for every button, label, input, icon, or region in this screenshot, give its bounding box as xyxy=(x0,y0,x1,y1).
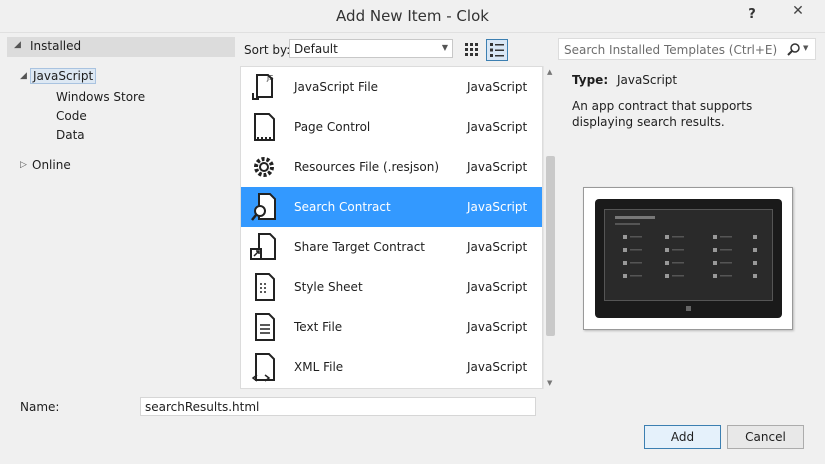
template-name: Resources File (.resjson) xyxy=(294,160,440,174)
template-row-page-control[interactable]: Page Control JavaScript xyxy=(241,107,542,147)
template-details: Type: JavaScript xyxy=(572,73,812,87)
template-list[interactable]: JS JavaScript File JavaScript Page Contr… xyxy=(240,66,543,389)
tablet-preview-icon xyxy=(595,199,782,318)
expand-arrow-icon[interactable]: ▷ xyxy=(20,160,27,170)
template-language: JavaScript xyxy=(467,80,528,94)
title-bar: Add New Item - Clok ? ✕ xyxy=(0,0,825,33)
template-row-text-file[interactable]: Text File JavaScript xyxy=(241,307,542,347)
tree-item-label: JavaScript xyxy=(30,68,97,84)
tree-header-installed[interactable]: ◢ Installed xyxy=(7,37,235,57)
template-row-share-target[interactable]: Share Target Contract JavaScript xyxy=(241,227,542,267)
template-language: JavaScript xyxy=(467,240,528,254)
template-language: JavaScript xyxy=(467,280,528,294)
help-button[interactable]: ? xyxy=(740,4,764,26)
template-name: JavaScript File xyxy=(294,80,379,94)
category-tree: ◢ Installed ◢ JavaScript Windows Store C… xyxy=(7,36,235,391)
svg-text:JS: JS xyxy=(266,74,274,82)
search-contract-icon xyxy=(249,191,279,223)
sort-dropdown[interactable]: Default ▼ xyxy=(289,39,453,58)
list-scrollbar[interactable]: ▲ ▼ xyxy=(543,66,557,389)
template-name: Style Sheet xyxy=(294,280,363,294)
template-language: JavaScript xyxy=(467,160,528,174)
template-name: Page Control xyxy=(294,120,371,134)
template-language: JavaScript xyxy=(467,320,528,334)
template-language: JavaScript xyxy=(467,360,528,374)
tree-header-label: Installed xyxy=(30,39,82,53)
template-language: JavaScript xyxy=(467,120,528,134)
search-icon[interactable] xyxy=(785,41,803,59)
cancel-button[interactable]: Cancel xyxy=(727,425,804,449)
collapse-arrow-icon[interactable]: ◢ xyxy=(14,40,21,50)
search-placeholder: Search Installed Templates (Ctrl+E) xyxy=(564,43,778,57)
list-view-icon[interactable] xyxy=(486,39,508,61)
type-value: JavaScript xyxy=(616,73,678,87)
share-target-icon xyxy=(249,231,279,263)
expand-arrow-icon[interactable]: ◢ xyxy=(20,71,27,81)
window-title: Add New Item - Clok xyxy=(336,7,489,25)
tree-item-label: Windows Store xyxy=(56,90,146,104)
text-file-icon xyxy=(249,311,279,343)
sort-label: Sort by: xyxy=(244,43,291,57)
template-language: JavaScript xyxy=(467,200,528,214)
close-button[interactable]: ✕ xyxy=(774,0,822,22)
add-button[interactable]: Add xyxy=(644,425,721,449)
name-field[interactable]: searchResults.html xyxy=(140,397,536,416)
template-name: Search Contract xyxy=(294,200,391,214)
sort-value: Default xyxy=(294,42,338,56)
template-name: Text File xyxy=(294,320,343,334)
list-toolbar: Sort by: Default ▼ xyxy=(238,36,558,64)
template-description: An app contract that supports displaying… xyxy=(572,99,753,129)
template-row-style-sheet[interactable]: Style Sheet JavaScript xyxy=(241,267,542,307)
preview-screen xyxy=(604,209,773,301)
page-control-icon xyxy=(249,111,279,143)
template-name: Share Target Contract xyxy=(294,240,426,254)
search-input[interactable]: Search Installed Templates (Ctrl+E) ▼ xyxy=(558,38,816,60)
tree-item-label: Code xyxy=(56,109,87,123)
resources-gear-icon xyxy=(249,151,279,183)
tree-item-label: Data xyxy=(56,128,85,142)
scroll-up-icon[interactable]: ▲ xyxy=(547,68,552,76)
chevron-down-icon: ▼ xyxy=(441,43,448,52)
template-row-search-contract[interactable]: Search Contract JavaScript xyxy=(241,187,542,227)
name-label: Name: xyxy=(20,400,60,414)
grid-view-icon[interactable] xyxy=(462,40,482,60)
chevron-down-icon[interactable]: ▼ xyxy=(803,44,808,52)
template-row-javascript-file[interactable]: JS JavaScript File JavaScript xyxy=(241,67,542,107)
tree-item-label: Online xyxy=(32,158,71,172)
javascript-file-icon: JS xyxy=(249,71,279,103)
template-name: XML File xyxy=(294,360,344,374)
type-label: Type: xyxy=(572,73,609,87)
scroll-down-icon[interactable]: ▼ xyxy=(547,379,552,387)
scrollbar-thumb[interactable] xyxy=(546,156,555,336)
template-preview-image xyxy=(583,187,793,330)
xml-file-icon xyxy=(249,351,279,383)
windows-logo-icon xyxy=(686,306,691,311)
style-sheet-icon xyxy=(249,271,279,303)
template-row-resources-file[interactable]: Resources File (.resjson) JavaScript xyxy=(241,147,542,187)
template-row-xml-file[interactable]: XML File JavaScript xyxy=(241,347,542,387)
name-value[interactable]: searchResults.html xyxy=(145,400,259,414)
